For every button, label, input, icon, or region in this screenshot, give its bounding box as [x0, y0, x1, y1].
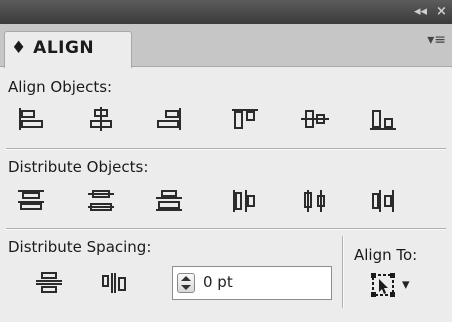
align-bottom-edges-icon[interactable] — [368, 106, 398, 132]
distribute-vertical-space-icon[interactable] — [34, 270, 64, 296]
section-divider — [6, 148, 446, 150]
tab-align[interactable]: ♦ ALIGN — [4, 31, 132, 68]
distribute-objects-label: Distribute Objects: — [8, 158, 149, 176]
chevron-down-icon: ▾ — [402, 275, 410, 293]
align-horizontal-centers-icon[interactable] — [86, 106, 116, 132]
align-right-edges-icon[interactable] — [154, 106, 184, 132]
stepper-down-icon[interactable] — [181, 285, 191, 290]
align-vertical-centers-icon[interactable] — [300, 106, 330, 132]
section-divider — [6, 228, 446, 230]
align-top-edges-icon[interactable] — [230, 106, 260, 132]
align-to-dropdown[interactable]: ▾ — [370, 272, 432, 302]
spacing-value[interactable]: 0 pt — [203, 273, 233, 291]
align-left-edges-icon[interactable] — [16, 106, 46, 132]
distribute-top-edges-icon[interactable] — [16, 188, 46, 214]
stepper-up-icon[interactable] — [181, 276, 191, 281]
collapse-icon[interactable]: ◂◂ — [414, 4, 427, 19]
close-icon[interactable]: × — [436, 4, 447, 19]
distribute-bottom-edges-icon[interactable] — [154, 188, 184, 214]
tab-align-label: ♦ ALIGN — [11, 38, 95, 58]
spacing-stepper[interactable] — [177, 273, 195, 293]
vertical-divider — [342, 236, 344, 308]
panel-title-bar: ◂◂ × — [0, 0, 452, 24]
distribute-horizontal-space-icon[interactable] — [100, 270, 130, 296]
distribute-spacing-label: Distribute Spacing: — [8, 238, 152, 256]
align-to-selection-icon — [370, 272, 396, 298]
distribute-left-edges-icon[interactable] — [230, 188, 260, 214]
panel-tab-row: ♦ ALIGN ▾≡ — [0, 24, 452, 68]
align-objects-label: Align Objects: — [8, 78, 113, 96]
align-panel: ◂◂ × ♦ ALIGN ▾≡ Align Objects: Distribut… — [0, 0, 452, 322]
panel-menu-icon[interactable]: ▾≡ — [427, 32, 446, 48]
spacing-input[interactable]: 0 pt — [172, 266, 332, 300]
distribute-vertical-centers-icon[interactable] — [86, 188, 116, 214]
distribute-right-edges-icon[interactable] — [368, 188, 398, 214]
align-to-label: Align To: — [354, 246, 418, 264]
distribute-horizontal-centers-icon[interactable] — [300, 188, 330, 214]
